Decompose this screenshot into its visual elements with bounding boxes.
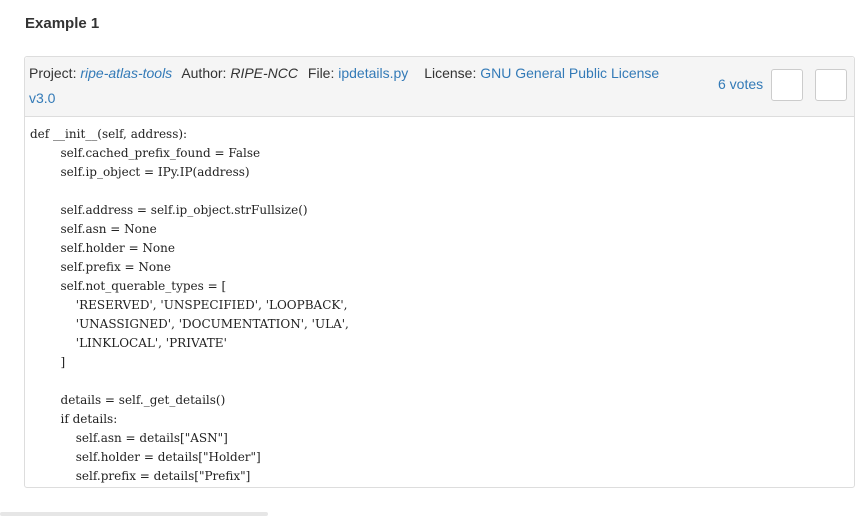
code-line: self.prefix = None	[30, 260, 171, 274]
panel-header: Project: ripe-atlas-tools Author: RIPE-N…	[25, 57, 854, 117]
code-line: 'UNASSIGNED', 'DOCUMENTATION', 'ULA',	[30, 317, 349, 331]
example-title: Example 1	[25, 15, 100, 32]
code-block: def __init__(self, address): self.cached…	[30, 125, 349, 486]
code-line: 'RESERVED', 'UNSPECIFIED', 'LOOPBACK',	[30, 298, 348, 312]
downvote-button[interactable]	[815, 69, 847, 101]
code-line: self.holder = None	[30, 241, 175, 255]
code-line: self.not_querable_types = [	[30, 279, 227, 293]
license-label: License:	[424, 65, 477, 81]
code-line: self.holder = details["Holder"]	[30, 450, 261, 464]
code-line: def __init__(self, address):	[30, 127, 188, 141]
vote-count[interactable]: 6 votes	[718, 76, 763, 92]
code-line: self.prefix = details["Prefix"]	[30, 469, 251, 483]
author-label: Author:	[181, 65, 227, 81]
file-link[interactable]: ipdetails.py	[338, 65, 408, 81]
code-line: self.ip_object = IPy.IP(address)	[30, 165, 250, 179]
code-example-panel: Project: ripe-atlas-tools Author: RIPE-N…	[24, 56, 855, 488]
project-label: Project:	[29, 65, 77, 81]
author-name: RIPE-NCC	[230, 65, 299, 81]
code-line: self.asn = details["ASN"]	[30, 431, 228, 445]
code-line: self.cached_prefix_found = False	[30, 146, 261, 160]
upvote-button[interactable]	[771, 69, 803, 101]
example-metadata: Project: ripe-atlas-tools Author: RIPE-N…	[29, 61, 679, 111]
code-line: if details:	[30, 412, 118, 426]
code-line: self.address = self.ip_object.strFullsiz…	[30, 203, 308, 217]
code-line: ]	[30, 355, 66, 369]
code-line: details = self._get_details()	[30, 393, 226, 407]
horizontal-scrollbar[interactable]	[0, 512, 268, 516]
code-line: 'LINKLOCAL', 'PRIVATE'	[30, 336, 227, 350]
code-line: self.asn = None	[30, 222, 157, 236]
project-link[interactable]: ripe-atlas-tools	[80, 65, 172, 81]
file-label: File:	[307, 65, 335, 81]
